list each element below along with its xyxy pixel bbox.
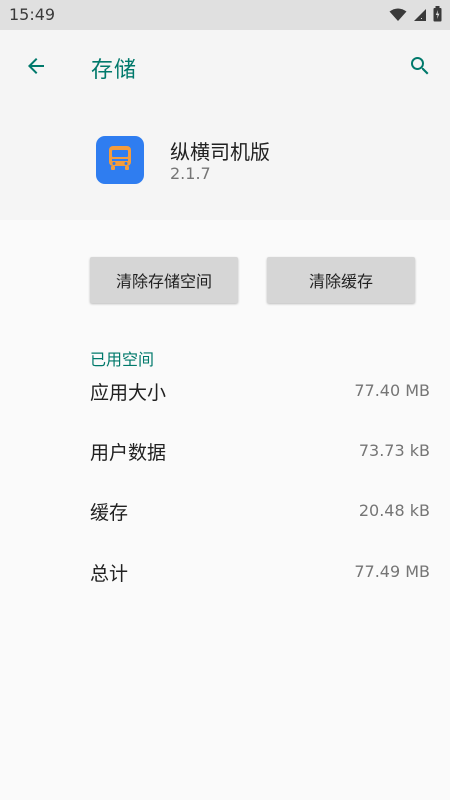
section-label-used-space: 已用空间 (90, 350, 155, 369)
row-label: 总计 (90, 563, 129, 585)
storage-row-user-data: 用户数据 73.73 kB (90, 438, 430, 468)
row-value: 77.49 MB (354, 562, 430, 581)
app-icon (96, 136, 144, 184)
row-label: 应用大小 (90, 382, 167, 404)
row-value: 20.48 kB (358, 501, 430, 520)
row-value: 73.73 kB (358, 441, 430, 460)
app-version: 2.1.7 (170, 164, 211, 183)
storage-row-app-size: 应用大小 77.40 MB (90, 378, 430, 408)
search-icon (408, 54, 432, 82)
wifi-icon (389, 7, 407, 26)
clear-cache-button[interactable]: 清除缓存 (267, 257, 415, 303)
row-label: 用户数据 (90, 442, 167, 464)
back-button[interactable] (18, 50, 54, 86)
clear-storage-button[interactable]: 清除存储空间 (90, 257, 238, 303)
app-name: 纵横司机版 (170, 140, 270, 164)
app-header: 存储 纵横司机版 2.1.7 (0, 30, 450, 220)
status-bar: 15:49 (0, 0, 450, 30)
search-button[interactable] (402, 50, 438, 86)
storage-row-cache: 缓存 20.48 kB (90, 498, 430, 528)
battery-icon (433, 6, 442, 26)
storage-row-total: 总计 77.49 MB (90, 559, 430, 589)
bus-icon (105, 143, 135, 177)
status-icons (389, 6, 442, 26)
page-title: 存储 (91, 58, 138, 83)
status-time: 15:49 (9, 5, 56, 24)
row-value: 77.40 MB (354, 381, 430, 400)
signal-icon (413, 7, 427, 26)
row-label: 缓存 (90, 502, 129, 524)
back-arrow-icon (24, 54, 48, 82)
